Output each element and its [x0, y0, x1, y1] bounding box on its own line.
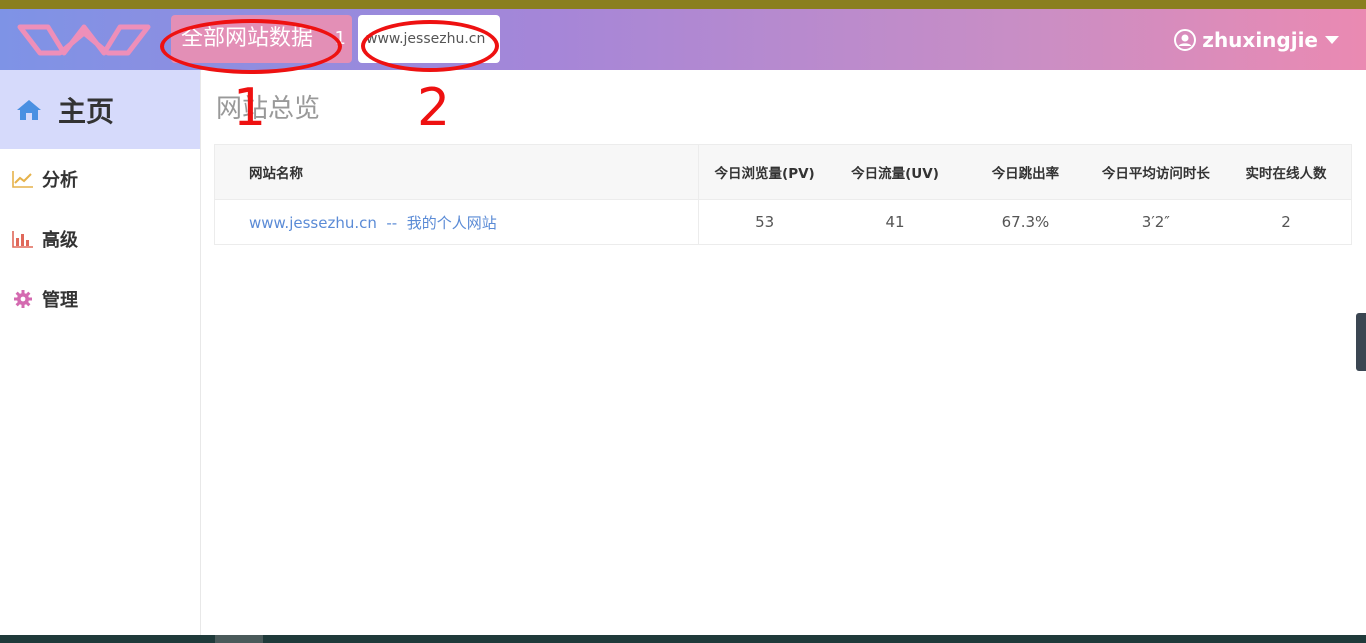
sidebar-item-home-label: 主页 — [58, 94, 115, 128]
cell-uv: 41 — [885, 213, 905, 231]
table-header-row: 网站名称 今日浏览量(PV) 今日流量(UV) 今日跳出率 今日平均访问时长 实… — [214, 144, 1352, 200]
taskbar-slot[interactable] — [215, 635, 263, 643]
chevron-down-icon — [1325, 35, 1339, 44]
main-content: 网站总览 网站名称 今日浏览量(PV) 今日流量(UV) 今日跳出率 今日平均访… — [214, 70, 1354, 245]
col-header-avg-time: 今日平均访问时长 — [1090, 144, 1221, 200]
site-overview-table: 网站名称 今日浏览量(PV) 今日流量(UV) 今日跳出率 今日平均访问时长 实… — [214, 144, 1352, 245]
col-header-pv: 今日浏览量(PV) — [698, 144, 830, 200]
cell-online: 2 — [1281, 213, 1291, 231]
bar-chart-icon — [12, 231, 33, 248]
gear-icon — [14, 290, 32, 308]
sidebar-item-advanced[interactable]: 高级 — [0, 209, 200, 269]
annotation-number-2: 2 — [417, 78, 451, 138]
user-avatar-icon — [1174, 28, 1197, 51]
home-icon — [17, 99, 41, 120]
logo-icon[interactable] — [16, 21, 152, 59]
site-name-link[interactable]: www.jessezhu.cn -- 我的个人网站 — [214, 199, 700, 245]
page-title: 网站总览 — [216, 94, 321, 124]
col-header-online: 实时在线人数 — [1220, 144, 1352, 200]
sidebar: 主页 分析 高级 管理 — [0, 70, 201, 635]
cell-avg-time: 3′2″ — [1141, 213, 1170, 231]
sidebar-item-advanced-label: 高级 — [42, 230, 78, 251]
annotation-ellipse-1 — [160, 19, 342, 74]
cell-pv: 53 — [755, 213, 775, 231]
taskbar — [0, 635, 1366, 643]
user-menu[interactable]: zhuxingjie — [1174, 9, 1346, 70]
annotation-ellipse-2 — [361, 20, 499, 72]
col-header-bounce: 今日跳出率 — [960, 144, 1091, 200]
side-widget-handle[interactable] — [1356, 313, 1366, 371]
sidebar-item-analysis[interactable]: 分析 — [0, 149, 200, 209]
col-header-uv: 今日流量(UV) — [829, 144, 961, 200]
col-header-site-name: 网站名称 — [214, 144, 700, 200]
annotation-number-1: 1 — [233, 78, 267, 138]
sidebar-item-analysis-label: 分析 — [42, 170, 78, 191]
sidebar-item-home[interactable]: 主页 — [0, 70, 200, 149]
sidebar-item-manage[interactable]: 管理 — [0, 269, 200, 329]
table-row: www.jessezhu.cn -- 我的个人网站 53 41 67.3% 3′… — [214, 199, 1352, 245]
line-chart-icon — [12, 171, 33, 188]
username: zhuxingjie — [1202, 27, 1318, 52]
sidebar-item-manage-label: 管理 — [42, 290, 78, 311]
cell-bounce: 67.3% — [1001, 213, 1050, 231]
window-top-strip — [0, 0, 1366, 9]
